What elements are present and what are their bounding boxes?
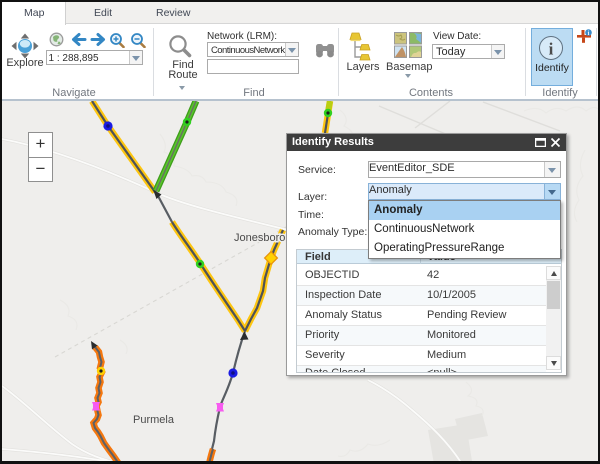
svg-text:i: i [549, 40, 554, 59]
svg-text:Purmela: Purmela [133, 414, 175, 426]
svg-text:Jonesboro: Jonesboro [234, 232, 285, 244]
